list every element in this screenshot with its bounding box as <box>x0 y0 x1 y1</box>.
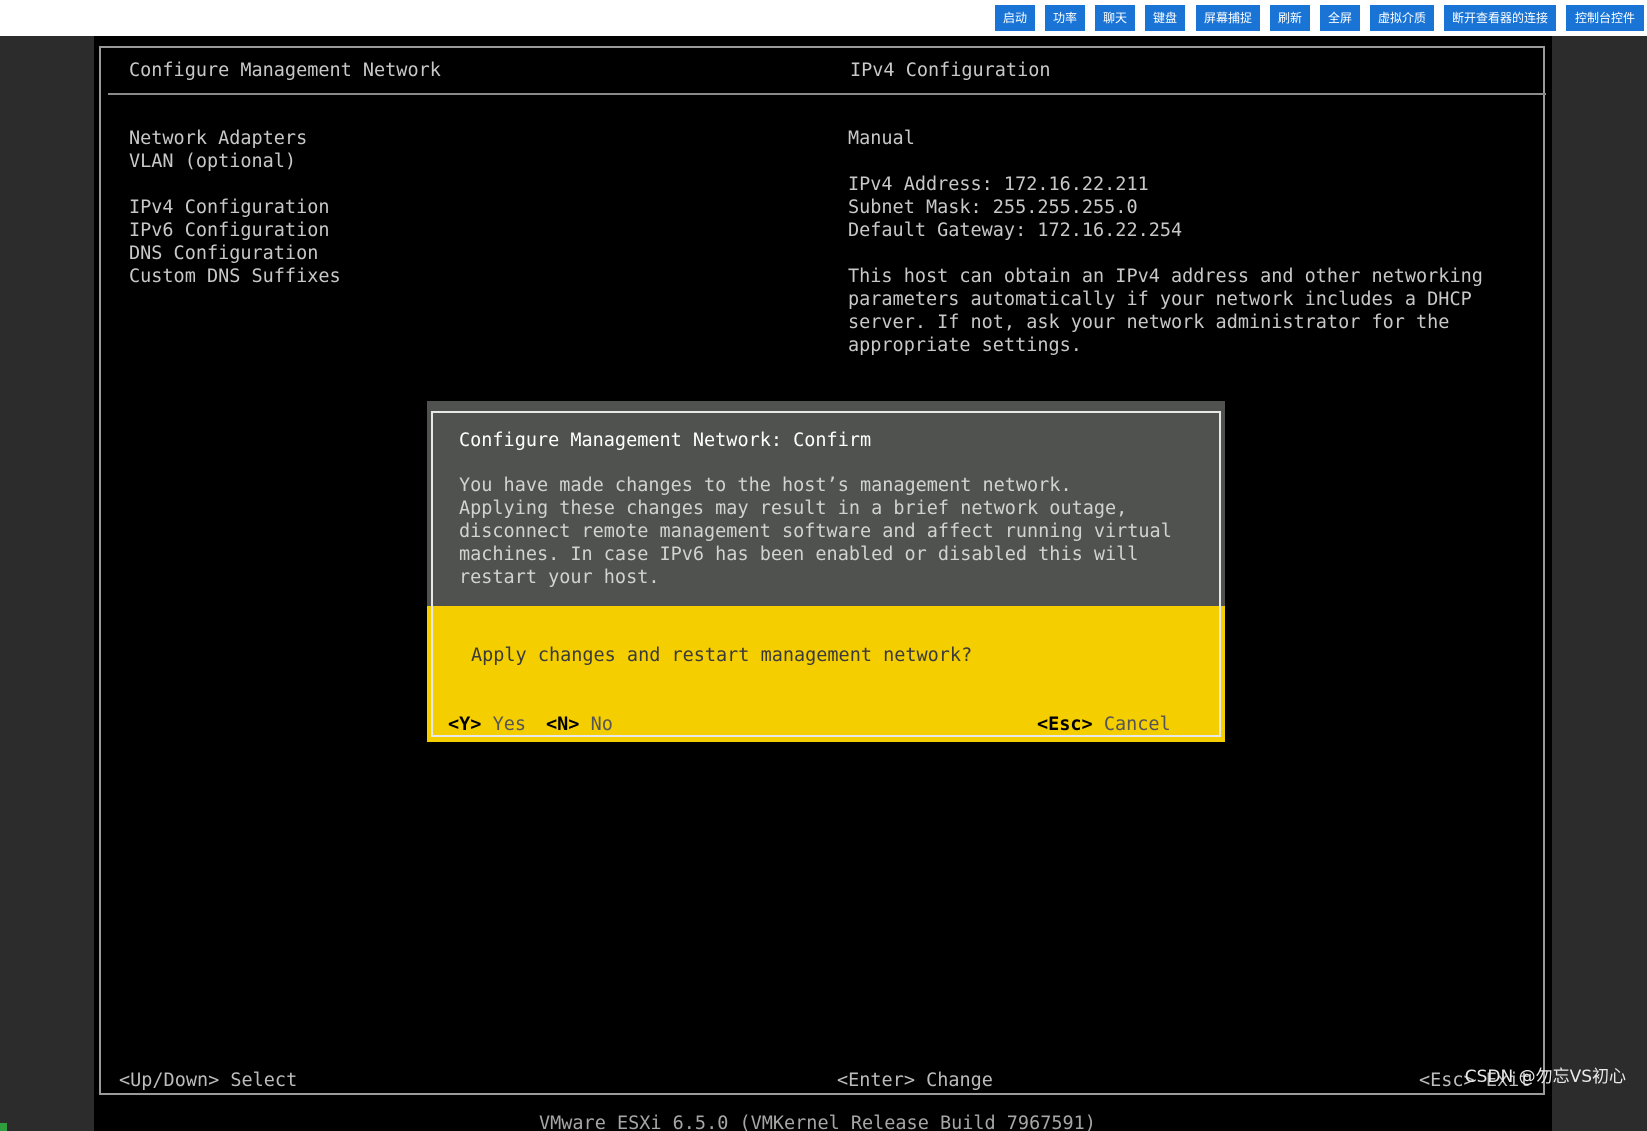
dialog-message-line: disconnect remote management software an… <box>459 521 1172 542</box>
ipv4-mode: Manual <box>848 127 915 150</box>
description-line: appropriate settings. <box>848 335 1082 356</box>
menu-item-network-adapters[interactable]: Network Adapters <box>129 127 341 150</box>
status-indicator <box>0 1123 7 1131</box>
subnet-mask: Subnet Mask: 255.255.255.0 <box>848 197 1138 218</box>
description-line: This host can obtain an IPv4 address and… <box>848 266 1483 287</box>
ipv4-address: IPv4 Address: 172.16.22.211 <box>848 174 1149 195</box>
refresh-button[interactable]: 刷新 <box>1270 5 1310 31</box>
watermark: CSDN @勿忘VS初心 <box>1464 1067 1626 1087</box>
dialog-message-line: You have made changes to the host’s mana… <box>459 475 1072 496</box>
confirm-dialog: Configure Management Network: Confirm Yo… <box>427 401 1225 742</box>
dialog-message-line: restart your host. <box>459 567 660 588</box>
power-button[interactable]: 功率 <box>1045 5 1085 31</box>
fullscreen-button[interactable]: 全屏 <box>1320 5 1360 31</box>
yes-option[interactable]: <Y> Yes <box>448 713 526 736</box>
menu-item-vlan[interactable]: VLAN (optional) <box>129 150 341 173</box>
cancel-label: Cancel <box>1103 714 1171 735</box>
yes-key: <Y> <box>448 714 482 735</box>
description-line: parameters automatically if your network… <box>848 289 1472 310</box>
menu-item-dns-configuration[interactable]: DNS Configuration <box>129 242 341 265</box>
chat-button[interactable]: 聊天 <box>1095 5 1135 31</box>
dialog-question: Apply changes and restart management net… <box>471 645 973 666</box>
right-panel-title: IPv4 Configuration <box>850 60 1051 81</box>
menu-item-ipv6-configuration[interactable]: IPv6 Configuration <box>129 219 341 242</box>
screen-capture-button[interactable]: 屏幕捕捉 <box>1196 5 1260 31</box>
console-screen[interactable]: Configure Management Network IPv4 Config… <box>94 36 1552 1131</box>
dialog-message-line: machines. In case IPv6 has been enabled … <box>459 544 1139 565</box>
no-label: No <box>590 714 613 735</box>
config-menu: Network Adapters VLAN (optional) IPv4 Co… <box>129 127 341 288</box>
dialog-message-line: Applying these changes may result in a b… <box>459 498 1128 519</box>
keyboard-button[interactable]: 键盘 <box>1145 5 1185 31</box>
disconnect-viewer-button[interactable]: 断开查看器的连接 <box>1444 5 1556 31</box>
cancel-option[interactable]: <Esc> Cancel <box>1037 713 1171 736</box>
dialog-message: You have made changes to the host’s mana… <box>459 474 1172 589</box>
ipv4-details: IPv4 Address: 172.16.22.211 Subnet Mask:… <box>848 173 1182 242</box>
esxi-version: VMware ESXi 6.5.0 (VMKernel Release Buil… <box>539 1113 1096 1131</box>
footer-change-hint: <Enter> Change <box>837 1070 993 1091</box>
viewer-toolbar: 启动 功率 聊天 键盘 屏幕捕捉 刷新 全屏 虚拟介质 断开查看器的连接 控制台… <box>0 0 1647 36</box>
footer-select-hint: <Up/Down> Select <box>119 1070 298 1091</box>
ipv4-mode-value: Manual <box>848 128 915 149</box>
description-line: server. If not, ask your network adminis… <box>848 312 1450 333</box>
menu-item-ipv4-configuration[interactable]: IPv4 Configuration <box>129 196 341 219</box>
power-on-button[interactable]: 启动 <box>995 5 1035 31</box>
menu-item-custom-dns-suffixes[interactable]: Custom DNS Suffixes <box>129 265 341 288</box>
virtual-media-button[interactable]: 虚拟介质 <box>1370 5 1434 31</box>
header-divider <box>108 93 1546 95</box>
ipv4-description: This host can obtain an IPv4 address and… <box>848 265 1483 357</box>
cancel-key: <Esc> <box>1037 714 1093 735</box>
console-controls-button[interactable]: 控制台控件 <box>1566 5 1644 31</box>
no-key: <N> <box>546 714 580 735</box>
screen-title: Configure Management Network <box>129 60 441 81</box>
dialog-title: Configure Management Network: Confirm <box>459 430 872 451</box>
yes-label: Yes <box>492 714 526 735</box>
no-option[interactable]: <N> No <box>546 713 613 736</box>
default-gateway: Default Gateway: 172.16.22.254 <box>848 220 1183 241</box>
